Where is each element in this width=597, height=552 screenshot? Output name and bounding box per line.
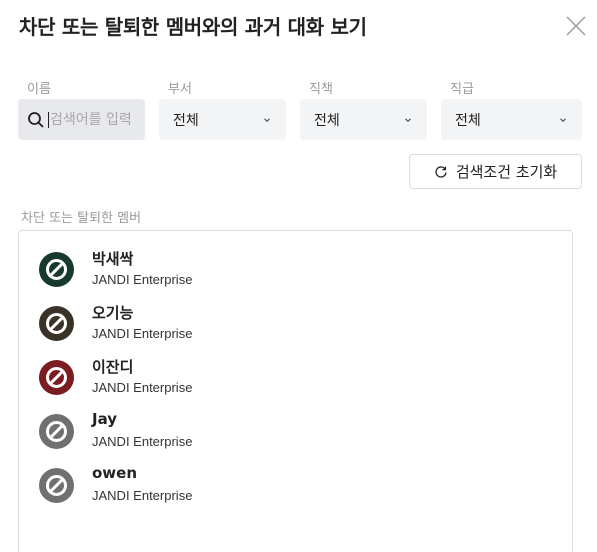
refresh-icon: [435, 165, 447, 178]
department-select-value: 전체: [173, 112, 199, 129]
blocked-avatar-icon: [39, 252, 74, 287]
reset-filters-label: 검색조건 초기화: [455, 163, 558, 181]
members-list[interactable]: 박새싹 JANDI Enterprise 오기능 JANDI Enterpris…: [18, 230, 573, 552]
chevron-down-icon: [405, 117, 411, 122]
member-name: 이잔디: [92, 358, 134, 376]
blocked-avatar-icon: [39, 306, 74, 341]
duty-filter-label: 직책: [309, 82, 333, 97]
dialog-title: 차단 또는 탈퇴한 멤버와의 과거 대화 보기: [19, 15, 367, 39]
chevron-down-icon: [264, 117, 270, 122]
reset-filters-button[interactable]: 검색조건 초기화: [409, 154, 582, 189]
member-org: JANDI Enterprise: [92, 434, 193, 449]
department-filter-label: 부서: [168, 82, 192, 97]
blocked-avatar-icon: [39, 468, 74, 503]
member-name: Jay: [92, 410, 118, 428]
list-item[interactable]: owen JANDI Enterprise: [19, 458, 572, 512]
avatar: [39, 414, 74, 449]
list-item[interactable]: 이잔디 JANDI Enterprise: [19, 350, 572, 404]
list-item[interactable]: 오기능 JANDI Enterprise: [19, 296, 572, 350]
search-input[interactable]: [50, 111, 140, 128]
blocked-avatar-icon: [39, 414, 74, 449]
member-name: 박새싹: [92, 250, 134, 268]
rank-select-value: 전체: [455, 112, 481, 129]
avatar: [39, 252, 74, 287]
duty-select-value: 전체: [314, 112, 340, 129]
blocked-avatar-icon: [39, 360, 74, 395]
member-org: JANDI Enterprise: [92, 272, 193, 287]
member-org: JANDI Enterprise: [92, 380, 193, 395]
duty-select[interactable]: 전체: [300, 99, 427, 140]
text-caret: [48, 111, 49, 128]
member-name: owen: [92, 464, 138, 482]
search-field[interactable]: [18, 99, 145, 140]
close-icon: [566, 16, 586, 36]
member-org: JANDI Enterprise: [92, 326, 193, 341]
list-item[interactable]: 박새싹 JANDI Enterprise: [19, 242, 572, 296]
search-icon: [28, 111, 44, 128]
members-section-label: 차단 또는 탈퇴한 멤버: [21, 211, 142, 226]
member-org: JANDI Enterprise: [92, 488, 193, 503]
avatar: [39, 306, 74, 341]
avatar: [39, 360, 74, 395]
close-button[interactable]: [564, 14, 588, 38]
name-filter-label: 이름: [27, 82, 51, 97]
chevron-down-icon: [560, 117, 566, 122]
avatar: [39, 468, 74, 503]
department-select[interactable]: 전체: [159, 99, 286, 140]
rank-filter-label: 직급: [450, 82, 474, 97]
list-item[interactable]: Jay JANDI Enterprise: [19, 404, 572, 458]
member-name: 오기능: [92, 304, 134, 322]
rank-select[interactable]: 전체: [441, 99, 582, 140]
